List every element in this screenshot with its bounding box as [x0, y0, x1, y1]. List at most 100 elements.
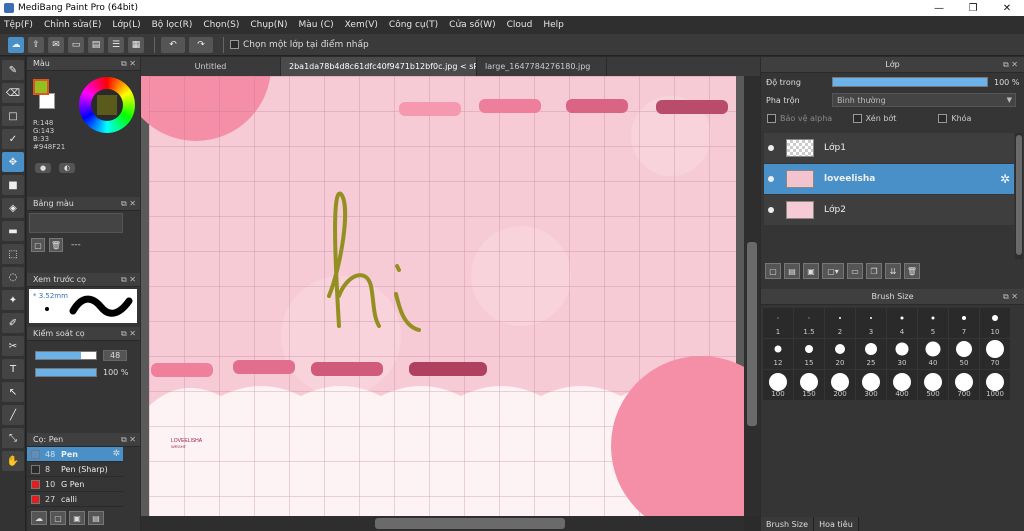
canvas-horizontal-scrollbar[interactable]: [141, 516, 744, 531]
layer-item-loveelisha[interactable]: loveelisha ✲: [764, 164, 1014, 194]
tab-large-image[interactable]: large_1647784276180.jpg: [477, 57, 607, 76]
brush-opacity-slider[interactable]: [35, 368, 97, 377]
menu-color[interactable]: Màu (C): [299, 20, 334, 30]
new-8bit-layer-icon[interactable]: ▣: [803, 263, 819, 279]
brush-size-option[interactable]: 400: [887, 370, 917, 400]
select-brush-tool-icon[interactable]: ✐: [2, 313, 24, 333]
canvas-area[interactable]: LOVEELISHA WRGHT: [141, 76, 744, 516]
brush-size-value[interactable]: 48: [103, 350, 128, 361]
menu-window[interactable]: Cửa số(W): [449, 20, 495, 30]
rectangle-tool-icon[interactable]: □: [2, 106, 24, 126]
color-mode-wheel-icon[interactable]: ●: [35, 163, 51, 173]
add-layer-menu-icon[interactable]: ▢▾: [822, 263, 844, 279]
gradient-tool-icon[interactable]: ▬: [2, 221, 24, 241]
tab-navigator[interactable]: Hoa tiêu: [814, 517, 859, 531]
brush-size-option[interactable]: 100: [763, 370, 793, 400]
brush-item-g-pen[interactable]: 10 G Pen: [27, 477, 123, 492]
color-mode-slider-icon[interactable]: ◐: [59, 163, 75, 173]
brush-size-option[interactable]: 10: [980, 308, 1010, 338]
select-pen-tool-icon[interactable]: ✓: [2, 129, 24, 149]
close-icon[interactable]: ✕: [990, 0, 1024, 16]
brush-size-option[interactable]: 700: [949, 370, 979, 400]
layer-list-scrollbar[interactable]: [1015, 133, 1023, 259]
brush-size-option[interactable]: 150: [794, 370, 824, 400]
menu-tools[interactable]: Công cụ(T): [389, 20, 438, 30]
brush-size-slider[interactable]: [35, 351, 97, 360]
minimize-icon[interactable]: —: [922, 0, 956, 16]
checkbox-box[interactable]: [852, 113, 862, 123]
brush-item-calli[interactable]: 27 calli: [27, 492, 123, 507]
blend-mode-select[interactable]: Bình thường ▼: [832, 93, 1016, 107]
lock-checkbox[interactable]: Khóa: [938, 113, 1024, 123]
brush-size-option[interactable]: 15: [794, 339, 824, 369]
menu-cloud[interactable]: Cloud: [507, 20, 533, 30]
checkbox-box[interactable]: [230, 40, 239, 49]
scroll-thumb[interactable]: [747, 242, 757, 426]
layer-opacity-slider[interactable]: [832, 77, 988, 87]
share-icon[interactable]: ⇪: [28, 36, 44, 53]
move-tool-icon[interactable]: ✥: [2, 152, 24, 172]
brush-add-icon[interactable]: ▢: [50, 511, 66, 525]
magic-wand-tool-icon[interactable]: ✦: [2, 290, 24, 310]
new-halftone-layer-icon[interactable]: ▤: [784, 263, 800, 279]
grid-icon[interactable]: ▦: [128, 36, 144, 53]
list-icon[interactable]: ☰: [108, 36, 124, 53]
color-wheel[interactable]: [79, 77, 135, 133]
brush-size-option[interactable]: 20: [825, 339, 855, 369]
brush-size-option[interactable]: 2: [825, 308, 855, 338]
visibility-icon[interactable]: [768, 207, 774, 213]
maximize-icon[interactable]: ❐: [956, 0, 990, 16]
brush-size-option[interactable]: 1.5: [794, 308, 824, 338]
brush-size-option[interactable]: 4: [887, 308, 917, 338]
brush-size-option[interactable]: 25: [856, 339, 886, 369]
panel-menu-icon[interactable]: ⧉ ✕: [121, 435, 136, 445]
menu-filter[interactable]: Bộ lọc(R): [152, 20, 193, 30]
select-rect-tool-icon[interactable]: ⬚: [2, 244, 24, 264]
menu-edit[interactable]: Chỉnh sửa(E): [44, 20, 101, 30]
panel-menu-icon[interactable]: ⧉ ✕: [1003, 60, 1018, 70]
clipping-checkbox[interactable]: Xén bớt: [852, 113, 939, 123]
brush-size-option[interactable]: 50: [949, 339, 979, 369]
menu-select[interactable]: Chọn(S): [203, 20, 239, 30]
layer-item-lop2[interactable]: Lớp2: [764, 195, 1014, 225]
cloud-icon[interactable]: ☁: [8, 36, 24, 53]
brush-size-option[interactable]: 1: [763, 308, 793, 338]
text-tool-icon[interactable]: T: [2, 359, 24, 379]
comment-icon[interactable]: ✉: [48, 36, 64, 53]
delete-layer-icon[interactable]: 🗑: [904, 263, 920, 279]
gear-icon[interactable]: ✲: [112, 449, 120, 459]
merge-layer-icon[interactable]: ⇊: [885, 263, 901, 279]
duplicate-layer-icon[interactable]: ❐: [866, 263, 882, 279]
palette-swatches[interactable]: [29, 213, 123, 233]
brush-size-option[interactable]: 5: [918, 308, 948, 338]
new-layer-icon[interactable]: ▢: [765, 263, 781, 279]
canvas-artwork[interactable]: LOVEELISHA WRGHT: [141, 76, 744, 516]
tab-brush-size[interactable]: Brush Size: [761, 517, 815, 531]
panel-menu-icon[interactable]: ⧉ ✕: [121, 275, 136, 285]
brush-size-option[interactable]: 40: [918, 339, 948, 369]
brush-size-option[interactable]: 30: [887, 339, 917, 369]
brush-size-option[interactable]: 300: [856, 370, 886, 400]
panel-menu-icon[interactable]: ⧉ ✕: [121, 329, 136, 339]
brush-item-pen-sharp[interactable]: 8 Pen (Sharp): [27, 462, 123, 477]
redo-icon[interactable]: ↷: [189, 36, 213, 53]
palette-add-icon[interactable]: ▢: [31, 238, 45, 252]
brush-size-option[interactable]: 70: [980, 339, 1010, 369]
menu-snap[interactable]: Chụp(N): [250, 20, 287, 30]
document-icon[interactable]: ▤: [88, 36, 104, 53]
layer-item-lop1[interactable]: Lớp1: [764, 133, 1014, 163]
palette-delete-icon[interactable]: 🗑: [49, 238, 63, 252]
brush-size-option[interactable]: 7: [949, 308, 979, 338]
tab-untitled[interactable]: Untitled: [141, 57, 281, 76]
scroll-thumb[interactable]: [1016, 135, 1022, 255]
panel-menu-icon[interactable]: ⧉ ✕: [1003, 292, 1018, 302]
select-eraser-tool-icon[interactable]: ✂: [2, 336, 24, 356]
menu-view[interactable]: Xem(V): [345, 20, 378, 30]
brush-cloud-icon[interactable]: ☁: [31, 511, 47, 525]
visibility-icon[interactable]: [768, 176, 774, 182]
brush-size-option[interactable]: 12: [763, 339, 793, 369]
checkbox-box[interactable]: [938, 113, 948, 123]
checkbox-box[interactable]: [767, 113, 776, 123]
panel-menu-icon[interactable]: ⧉ ✕: [121, 59, 136, 69]
tab-current-image[interactable]: 2ba1da78b4d8c61dfc40f9471b12bf0c.jpg < s…: [281, 57, 477, 76]
